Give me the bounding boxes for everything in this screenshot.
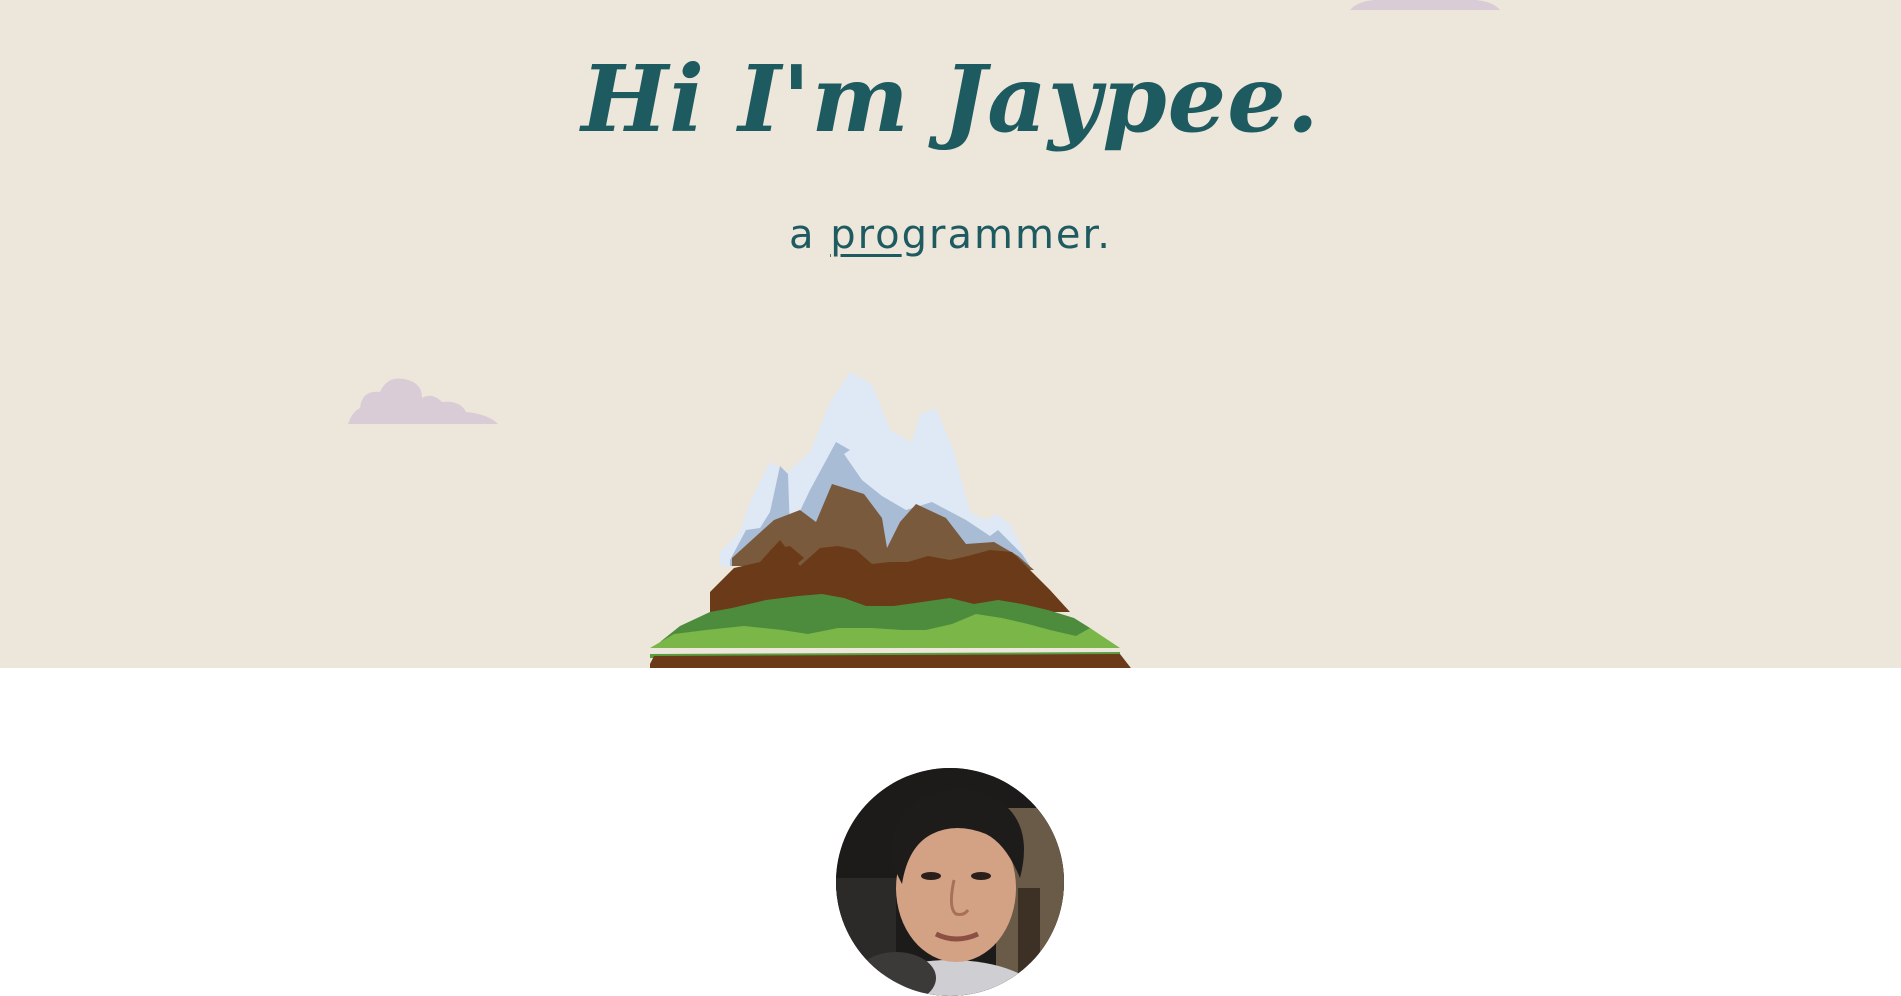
mountain-illustration	[650, 372, 1131, 668]
profile-photo	[836, 768, 1064, 996]
subtitle-underlined: pro	[830, 212, 902, 258]
cloud-icon	[348, 378, 498, 424]
page-subtitle: a programmer.	[0, 212, 1901, 258]
hero-section: Hi I'm Jaypee. a programmer.	[0, 0, 1901, 668]
page-title: Hi I'm Jaypee.	[581, 45, 1320, 153]
subtitle-suffix: grammer.	[901, 212, 1113, 258]
cloud-icon	[1350, 0, 1500, 10]
profile-avatar	[836, 768, 1064, 996]
subtitle-prefix: a	[788, 212, 831, 258]
